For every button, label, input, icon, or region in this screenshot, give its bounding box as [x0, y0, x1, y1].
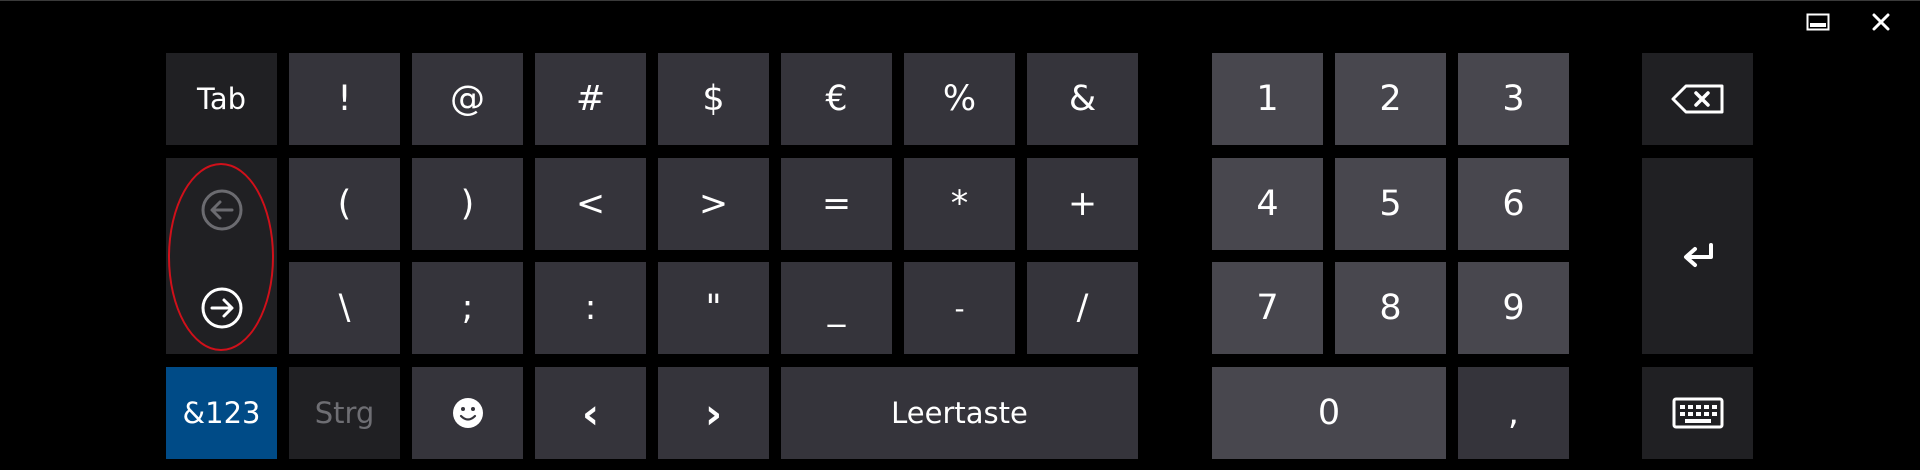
minimize-button[interactable]: [1797, 7, 1839, 37]
key-label: $: [702, 79, 725, 119]
key-equals[interactable]: =: [781, 158, 892, 250]
key-label: 0: [1317, 393, 1341, 433]
key-label: 1: [1256, 79, 1279, 119]
previous-key[interactable]: [166, 158, 277, 262]
key-backslash[interactable]: \: [289, 262, 400, 354]
key-label: :: [584, 288, 597, 328]
symbol-mode-label: &123: [182, 396, 261, 430]
key-label: !: [337, 79, 352, 119]
ctrl-key[interactable]: Strg: [289, 367, 400, 459]
key-slash[interactable]: /: [1027, 262, 1138, 354]
close-button[interactable]: [1860, 7, 1902, 37]
key-label: 2: [1379, 79, 1402, 119]
circle-arrow-left-icon: [201, 189, 242, 231]
key-hyphen[interactable]: -: [904, 262, 1015, 354]
keyboard-icon: [1672, 397, 1723, 429]
numpad-4[interactable]: 4: [1212, 158, 1323, 250]
backspace-key[interactable]: [1642, 53, 1753, 145]
key-label: _: [827, 288, 846, 328]
symbol-mode-key[interactable]: &123: [166, 367, 277, 459]
key-label: 7: [1256, 288, 1279, 328]
key-paren-open[interactable]: (: [289, 158, 400, 250]
key-label: #: [575, 79, 606, 119]
backspace-icon: [1671, 84, 1723, 114]
numpad-1[interactable]: 1: [1212, 53, 1323, 145]
numpad-3[interactable]: 3: [1458, 53, 1569, 145]
numpad-6[interactable]: 6: [1458, 158, 1569, 250]
close-icon: [1872, 13, 1890, 31]
key-label: €: [825, 79, 848, 119]
key-label: *: [950, 184, 969, 224]
comma-key[interactable]: ,: [1458, 367, 1569, 459]
key-hash[interactable]: #: [535, 53, 646, 145]
key-at[interactable]: @: [412, 53, 523, 145]
numpad-5[interactable]: 5: [1335, 158, 1446, 250]
key-label: 8: [1379, 288, 1402, 328]
key-label: /: [1076, 288, 1089, 328]
key-label: <: [575, 184, 606, 224]
circle-arrow-right-icon: [201, 287, 242, 329]
key-label: (: [337, 184, 352, 224]
numpad-8[interactable]: 8: [1335, 262, 1446, 354]
key-colon[interactable]: :: [535, 262, 646, 354]
space-key-label: Leertaste: [891, 396, 1028, 430]
key-plus[interactable]: +: [1027, 158, 1138, 250]
key-label: ): [460, 184, 475, 224]
key-asterisk[interactable]: *: [904, 158, 1015, 250]
key-label: =: [821, 184, 852, 224]
key-label: +: [1067, 184, 1098, 224]
key-label: -: [954, 291, 965, 325]
key-label: 3: [1502, 79, 1525, 119]
key-label: >: [698, 184, 729, 224]
key-less-than[interactable]: <: [535, 158, 646, 250]
numpad-7[interactable]: 7: [1212, 262, 1323, 354]
key-double-quote[interactable]: ": [658, 262, 769, 354]
key-label: 6: [1502, 184, 1525, 224]
chevron-left-icon: ‹: [581, 388, 600, 438]
key-underscore[interactable]: _: [781, 262, 892, 354]
key-greater-than[interactable]: >: [658, 158, 769, 250]
tab-key-label: Tab: [196, 82, 247, 116]
emoji-key[interactable]: [412, 367, 523, 459]
key-percent[interactable]: %: [904, 53, 1015, 145]
key-ampersand[interactable]: &: [1027, 53, 1138, 145]
key-label: %: [942, 79, 977, 119]
enter-key[interactable]: [1642, 158, 1753, 354]
numpad-9[interactable]: 9: [1458, 262, 1569, 354]
numpad-2[interactable]: 2: [1335, 53, 1446, 145]
cursor-left-key[interactable]: ‹: [535, 367, 646, 459]
key-semicolon[interactable]: ;: [412, 262, 523, 354]
next-key[interactable]: [166, 262, 277, 354]
key-dollar[interactable]: $: [658, 53, 769, 145]
key-label: &: [1068, 79, 1097, 119]
key-label: @: [450, 79, 485, 119]
ctrl-key-label: Strg: [314, 396, 375, 430]
touch-keyboard: Tab &123 ! @ # $ € % & ( ) < > = * + \ ;…: [0, 0, 1920, 470]
cursor-right-key[interactable]: ›: [658, 367, 769, 459]
keyboard-layout-key[interactable]: [1642, 367, 1753, 459]
key-label: \: [338, 288, 351, 328]
key-euro[interactable]: €: [781, 53, 892, 145]
minimize-icon: [1806, 13, 1830, 31]
space-key[interactable]: Leertaste: [781, 367, 1138, 459]
key-label: 5: [1379, 184, 1402, 224]
smiley-icon: [452, 398, 483, 428]
key-label: 9: [1502, 288, 1525, 328]
key-label: ;: [461, 288, 474, 328]
key-label: ,: [1507, 393, 1520, 433]
key-paren-close[interactable]: ): [412, 158, 523, 250]
chevron-right-icon: ›: [704, 388, 723, 438]
key-label: ": [705, 288, 722, 328]
enter-icon: [1683, 243, 1713, 267]
key-label: 4: [1256, 184, 1279, 224]
key-exclamation[interactable]: !: [289, 53, 400, 145]
numpad-0[interactable]: 0: [1212, 367, 1446, 459]
tab-key[interactable]: Tab: [166, 53, 277, 145]
